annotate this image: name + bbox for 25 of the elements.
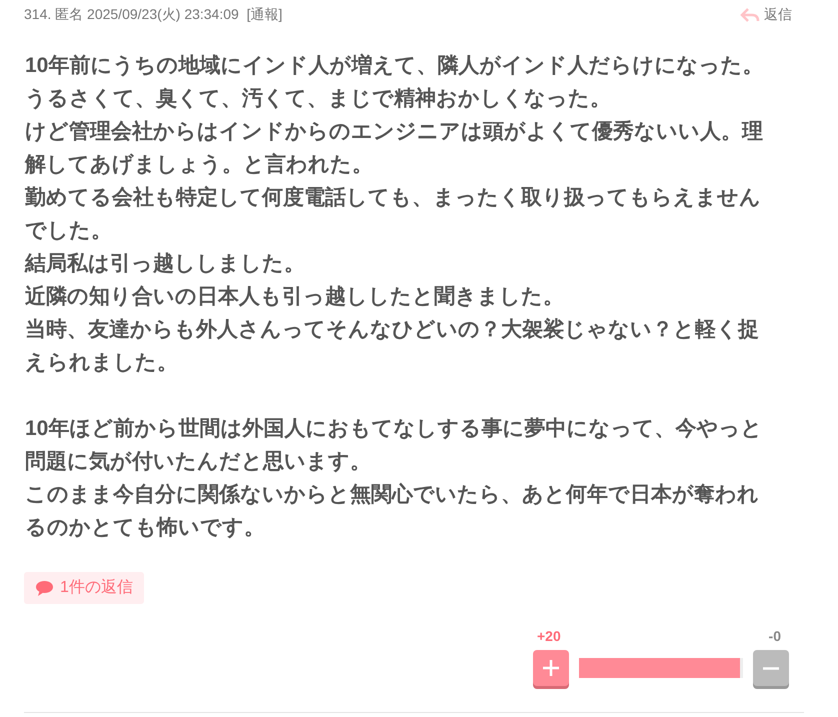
comment-text-line: 10年前にうちの地域にインド人が増えて、隣人がインド人だらけになった。 (25, 52, 764, 79)
comment-text-line: 結局私は引っ越ししました。 (25, 251, 306, 277)
comment-text-line: 問題に気が付いたんだと思います。 (25, 449, 372, 475)
comment-text-line: 解してあげましょう。と言われた。 (25, 152, 374, 178)
minus-icon (762, 666, 780, 670)
comment-text-line: えられました。 (25, 350, 179, 376)
comment-text-line: けど管理会社からはインドからのエンジニアは頭がよくて優秀ないい人。理 (25, 119, 764, 145)
comment-text-line: 勤めてる会社も特定して何度電話しても、まったく取り扱ってもらえません (25, 184, 762, 211)
speech-bubble-icon (35, 580, 54, 596)
reply-button[interactable]: 返信 (740, 4, 792, 25)
replies-link[interactable]: 1件の返信 (24, 572, 144, 604)
comment-text-line: このまま今自分に関係ないからと無関心でいたら、あと何年で日本が奪われ (25, 482, 760, 508)
post-meta: 314. 匿名 2025/09/23(火) 23:34:09 [通報] (24, 5, 282, 24)
minus-button[interactable] (753, 650, 789, 686)
comment-text-line: でした。 (25, 218, 113, 244)
comment-text-line: るのかとても怖いです。 (25, 515, 266, 541)
reply-arrow-icon (740, 6, 760, 22)
comment-text-line: 当時、友達からも外人さんってそんなひどいの？大袈裟じゃない？と軽く捉 (25, 316, 760, 343)
comment-text-line: 近隣の知り合いの日本人も引っ越ししたと聞きました。 (25, 284, 565, 310)
plus-icon (542, 659, 560, 677)
plus-button[interactable] (533, 650, 569, 686)
plus-count: +20 (537, 627, 561, 646)
comment-text-line: 10年ほど前から世間は外国人におもてなしする事に夢中になって、今やっと (25, 416, 764, 442)
comment-text-line: うるさくて、臭くて、汚くて、まじで精神おかしくなった。 (25, 86, 612, 112)
minus-count: -0 (768, 627, 782, 646)
